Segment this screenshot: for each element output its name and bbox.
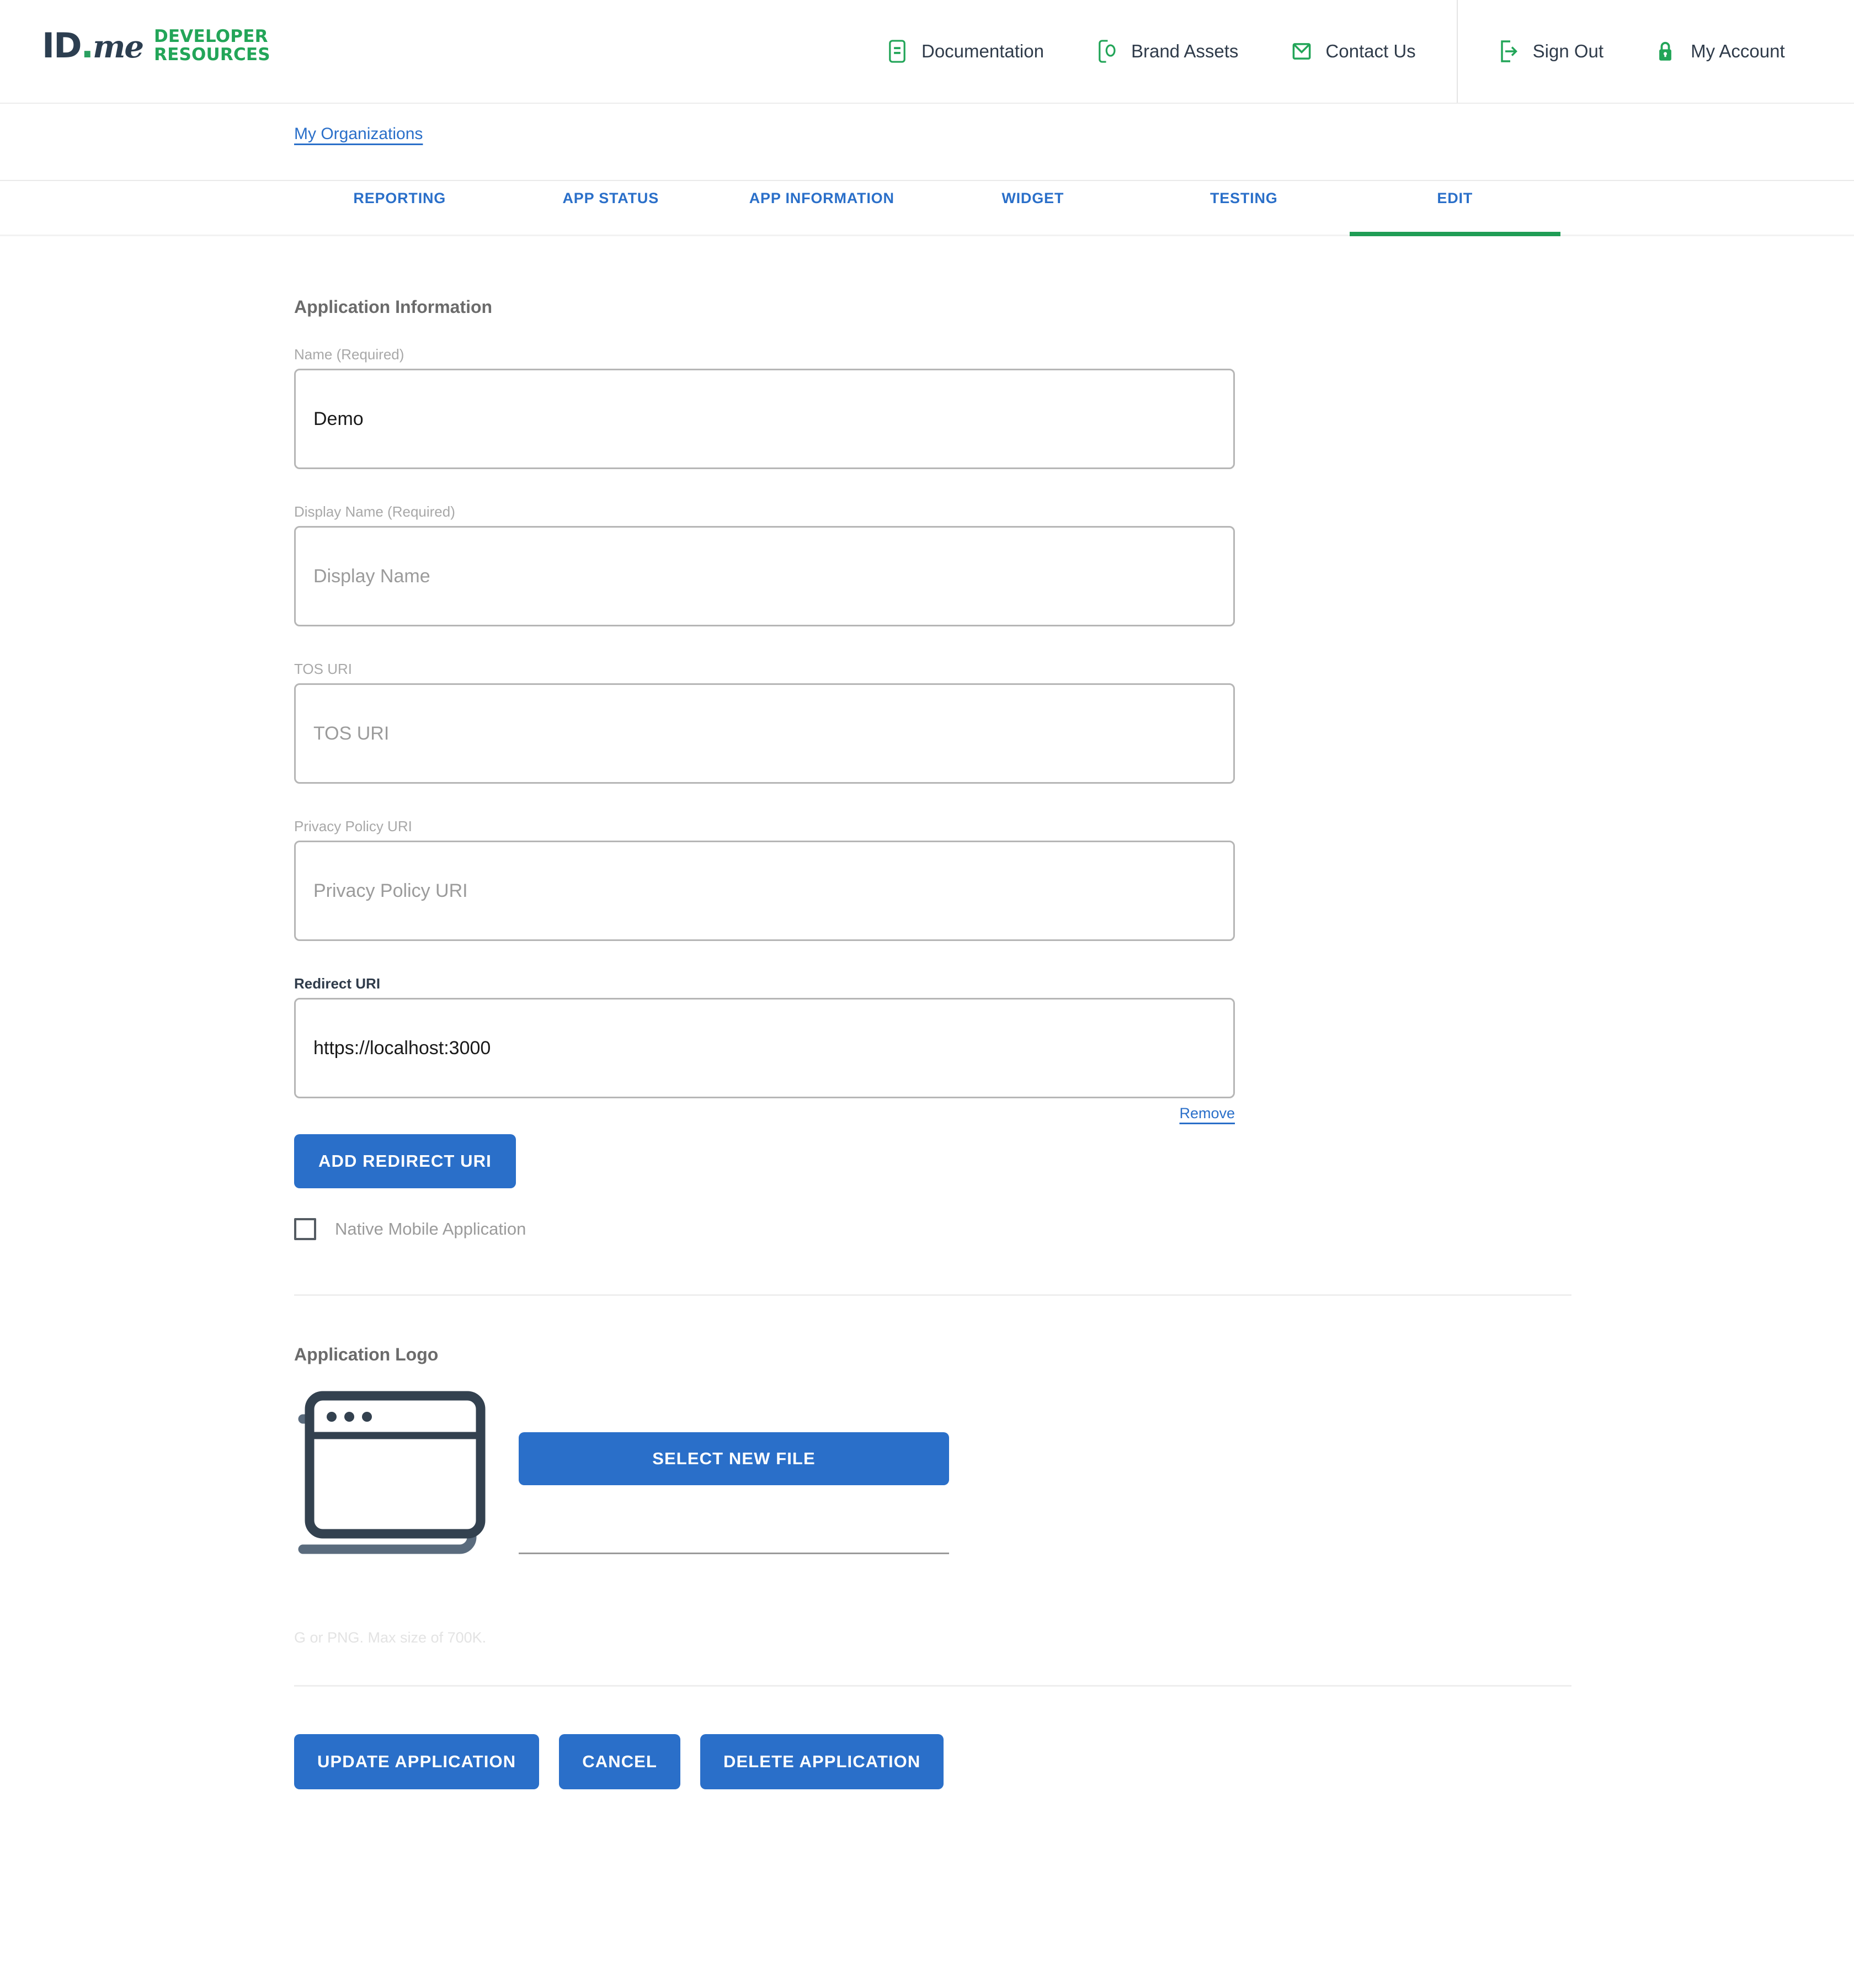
tab-app-status[interactable]: APP STATUS [505, 181, 717, 236]
nav-item-sign-out[interactable]: Sign Out [1472, 0, 1630, 103]
section-divider-bottom [294, 1685, 1571, 1687]
idme-dot: . [81, 25, 94, 66]
value-privacy-policy-uri: Privacy Policy URI [313, 880, 468, 901]
document-icon [887, 39, 909, 63]
application-logo-hint: G or PNG. Max size of 700K. [294, 1629, 487, 1646]
nav-label-my-account: My Account [1691, 41, 1785, 61]
nav-divider [1456, 0, 1458, 103]
envelope-icon [1291, 39, 1313, 63]
sign-out-icon [1499, 39, 1521, 63]
add-redirect-uri-button[interactable]: ADD REDIRECT URI [294, 1134, 516, 1188]
input-name[interactable]: Demo [294, 369, 1235, 469]
nav-label-sign-out: Sign Out [1532, 41, 1604, 61]
breadcrumb-my-organizations[interactable]: My Organizations [294, 125, 423, 143]
value-display-name: Display Name [313, 565, 430, 587]
delete-application-button[interactable]: DELETE APPLICATION [700, 1734, 944, 1789]
field-group-privacy-policy-uri: Privacy Policy URI Privacy Policy URI [294, 818, 1235, 941]
application-logo-title: Application Logo [294, 1344, 439, 1364]
lock-icon [1656, 39, 1679, 63]
native-mobile-label: Native Mobile Application [335, 1219, 526, 1238]
field-group-display-name: Display Name (Required) Display Name [294, 503, 1235, 626]
nav-label-brand-assets: Brand Assets [1131, 41, 1239, 61]
field-group-redirect-uri: Redirect URI https://localhost:3000 [294, 975, 1235, 1098]
update-application-button[interactable]: UPDATE APPLICATION [294, 1734, 540, 1789]
edit-application-form: Application Information Name (Required) … [0, 236, 1854, 1789]
application-logo-section: Application Logo SELECT NEW FILE G or PN… [294, 1344, 1854, 1646]
form-actions: UPDATE APPLICATION CANCEL DELETE APPLICA… [294, 1734, 1854, 1789]
nav-item-contact-us[interactable]: Contact Us [1265, 0, 1442, 103]
tab-testing[interactable]: TESTING [1138, 181, 1350, 236]
idme-me-text: me [93, 29, 144, 66]
brand-assets-icon [1097, 39, 1119, 63]
remove-redirect-uri-link[interactable]: Remove [1179, 1105, 1235, 1122]
application-logo-preview [294, 1385, 507, 1603]
nav-item-my-account[interactable]: My Account [1630, 0, 1812, 103]
idme-wordmark: ID.me [42, 29, 144, 66]
developer-resources-text: DEVELOPER RESOURCES [154, 26, 270, 65]
brand-logo[interactable]: ID.me DEVELOPER RESOURCES [42, 26, 270, 66]
tab-app-information[interactable]: APP INFORMATION [716, 181, 928, 236]
logo-upload-controls: SELECT NEW FILE [519, 1385, 949, 1554]
file-input-underline[interactable] [519, 1553, 949, 1554]
tab-reporting[interactable]: REPORTING [294, 181, 505, 236]
label-tos-uri: TOS URI [294, 661, 352, 677]
cancel-button[interactable]: CANCEL [559, 1734, 680, 1789]
page-title: Application Information [294, 297, 493, 317]
label-privacy-policy-uri: Privacy Policy URI [294, 818, 412, 834]
input-tos-uri[interactable]: TOS URI [294, 683, 1235, 784]
brand-line-1: DEVELOPER [154, 26, 268, 46]
input-privacy-policy-uri[interactable]: Privacy Policy URI [294, 841, 1235, 941]
nav-item-documentation[interactable]: Documentation [861, 0, 1070, 103]
tabs-bar: REPORTING APP STATUS APP INFORMATION WID… [0, 181, 1854, 236]
logo-upload-row: SELECT NEW FILE [294, 1385, 1854, 1603]
header-navigation: Documentation Brand Assets Contact Us Si… [861, 0, 1812, 103]
tab-widget[interactable]: WIDGET [928, 181, 1139, 236]
field-group-tos-uri: TOS URI TOS URI [294, 661, 1235, 784]
value-tos-uri: TOS URI [313, 722, 390, 744]
native-mobile-checkbox[interactable] [294, 1218, 316, 1240]
label-display-name: Display Name (Required) [294, 503, 455, 520]
native-mobile-application-row: Native Mobile Application [294, 1218, 1854, 1240]
nav-item-brand-assets[interactable]: Brand Assets [1070, 0, 1265, 103]
section-divider-top [294, 1294, 1571, 1296]
nav-label-documentation: Documentation [921, 41, 1044, 61]
value-redirect-uri: https://localhost:3000 [313, 1037, 491, 1059]
input-redirect-uri[interactable]: https://localhost:3000 [294, 998, 1235, 1098]
tab-edit[interactable]: EDIT [1349, 181, 1561, 236]
label-redirect-uri: Redirect URI [294, 975, 381, 992]
breadcrumb-bar: My Organizations [0, 104, 1854, 181]
nav-label-contact-us: Contact Us [1325, 41, 1416, 61]
tab-list: REPORTING APP STATUS APP INFORMATION WID… [294, 181, 1560, 236]
input-display-name[interactable]: Display Name [294, 526, 1235, 626]
brand-line-2: RESOURCES [154, 45, 270, 65]
select-new-file-button[interactable]: SELECT NEW FILE [519, 1432, 949, 1485]
label-name: Name (Required) [294, 346, 404, 363]
idme-id-text: ID [42, 25, 82, 66]
field-group-name: Name (Required) Demo [294, 346, 1235, 469]
value-name: Demo [313, 408, 364, 429]
site-header: ID.me DEVELOPER RESOURCES Documentation [0, 0, 1854, 104]
remove-redirect-row: Remove [294, 1105, 1235, 1122]
